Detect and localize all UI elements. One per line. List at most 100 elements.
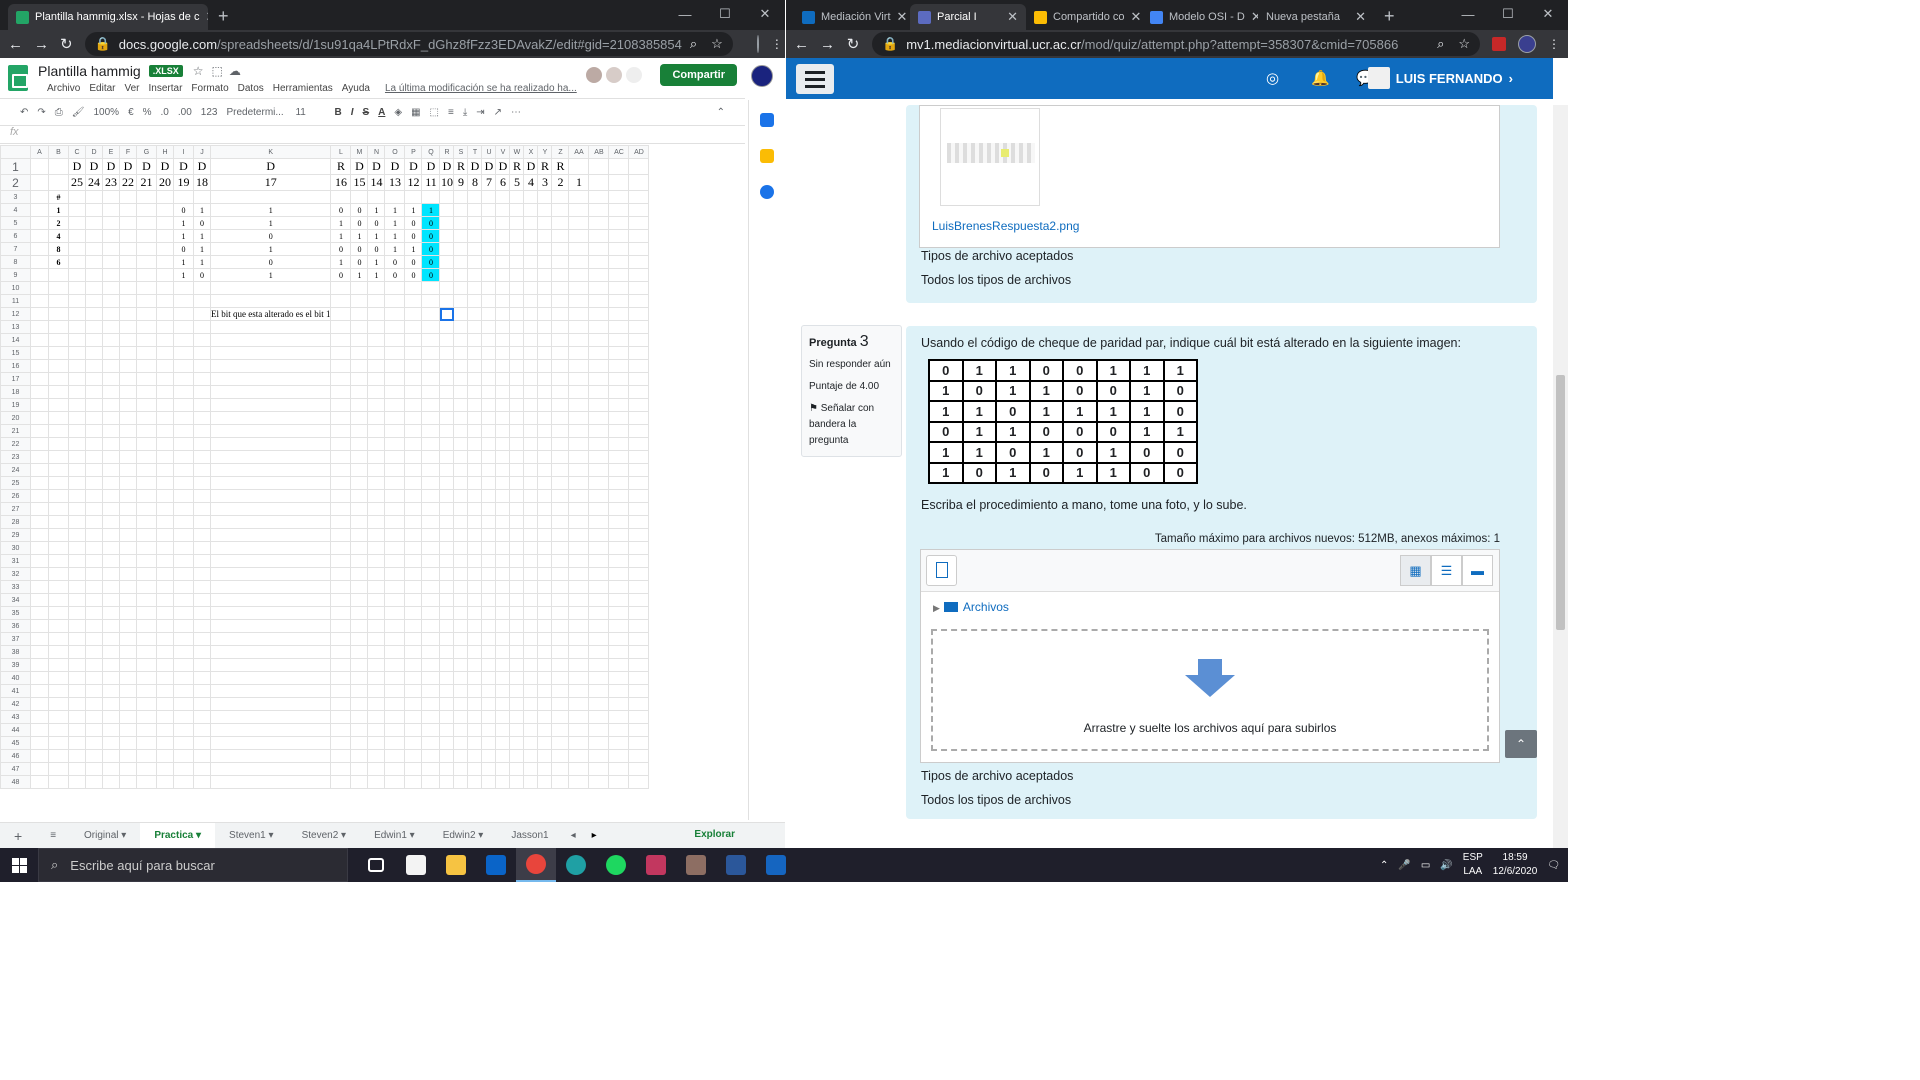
- drop-zone[interactable]: Arrastre y suelte los archivos aquí para…: [931, 629, 1489, 751]
- cell[interactable]: [119, 554, 137, 568]
- cell[interactable]: [193, 463, 211, 477]
- tab-plantilla[interactable]: Plantilla hammig.xlsx - Hojas de c ✕: [8, 4, 208, 30]
- cell[interactable]: [404, 372, 423, 386]
- cell[interactable]: [367, 593, 386, 607]
- new-tab-icon[interactable]: +: [208, 4, 239, 30]
- column-header[interactable]: J: [193, 145, 211, 159]
- cell[interactable]: [568, 385, 590, 399]
- avatar[interactable]: [585, 66, 603, 84]
- cell[interactable]: D: [439, 158, 455, 175]
- cell[interactable]: [439, 411, 455, 425]
- cell[interactable]: [404, 632, 423, 646]
- cell[interactable]: [193, 528, 211, 542]
- cell[interactable]: [628, 411, 650, 425]
- cell[interactable]: [68, 580, 86, 594]
- cell[interactable]: [537, 723, 553, 737]
- cell[interactable]: [173, 502, 194, 516]
- cell[interactable]: [537, 736, 553, 750]
- cell[interactable]: [439, 723, 455, 737]
- row-header[interactable]: 9: [0, 268, 31, 282]
- cell[interactable]: [467, 619, 483, 633]
- cell[interactable]: [467, 541, 483, 555]
- cell[interactable]: [384, 723, 406, 737]
- undo-icon[interactable]: ↶: [20, 107, 28, 118]
- cell[interactable]: [404, 528, 423, 542]
- cell[interactable]: [509, 437, 525, 451]
- cell[interactable]: [30, 450, 49, 464]
- cell[interactable]: [48, 658, 69, 672]
- cell[interactable]: [481, 645, 497, 659]
- cell[interactable]: [384, 775, 406, 789]
- cell[interactable]: [68, 645, 86, 659]
- cell[interactable]: [404, 190, 423, 204]
- cell[interactable]: [481, 502, 497, 516]
- cell[interactable]: [523, 203, 539, 217]
- cell[interactable]: [628, 255, 650, 269]
- cell[interactable]: [350, 580, 369, 594]
- cell[interactable]: [628, 463, 650, 477]
- cell[interactable]: [209, 346, 332, 360]
- folder-path[interactable]: ▶ Archivos: [921, 592, 1499, 622]
- cell[interactable]: [367, 281, 386, 295]
- cell[interactable]: [509, 645, 525, 659]
- cell[interactable]: [421, 619, 441, 633]
- cell[interactable]: [30, 736, 49, 750]
- close-icon[interactable]: ✕: [897, 9, 908, 25]
- cell[interactable]: [481, 476, 497, 490]
- cell[interactable]: [48, 174, 69, 191]
- cell[interactable]: [537, 606, 553, 620]
- cell[interactable]: [404, 671, 423, 685]
- cell[interactable]: [568, 619, 590, 633]
- cell[interactable]: [537, 476, 553, 490]
- cell[interactable]: [350, 632, 369, 646]
- cell[interactable]: [350, 736, 369, 750]
- cell[interactable]: [156, 684, 174, 698]
- cell[interactable]: [628, 346, 650, 360]
- cell[interactable]: [350, 710, 369, 724]
- cell[interactable]: [85, 697, 103, 711]
- cell[interactable]: [48, 450, 69, 464]
- cell[interactable]: [453, 437, 469, 451]
- cell[interactable]: [608, 541, 630, 555]
- bell-icon[interactable]: 🔔: [1311, 69, 1330, 87]
- cell[interactable]: [467, 359, 483, 373]
- star-icon[interactable]: ☆: [1458, 36, 1470, 52]
- cell[interactable]: [85, 710, 103, 724]
- cell[interactable]: [439, 541, 455, 555]
- cell[interactable]: [209, 333, 332, 347]
- cell[interactable]: 3: [537, 174, 553, 191]
- cell[interactable]: [30, 632, 49, 646]
- doc-title[interactable]: Plantilla hammig: [38, 63, 141, 79]
- cell[interactable]: [404, 567, 423, 581]
- avatar[interactable]: [625, 66, 643, 84]
- cell[interactable]: [628, 372, 650, 386]
- cell[interactable]: [509, 255, 525, 269]
- row-header[interactable]: 10: [0, 281, 31, 295]
- cell[interactable]: [523, 437, 539, 451]
- cell[interactable]: [68, 268, 86, 282]
- cell[interactable]: [156, 216, 174, 230]
- cell[interactable]: [608, 385, 630, 399]
- cell[interactable]: [193, 398, 211, 412]
- cell[interactable]: [102, 632, 120, 646]
- cell[interactable]: [136, 190, 157, 204]
- cell[interactable]: [495, 671, 511, 685]
- cell[interactable]: [523, 190, 539, 204]
- column-header[interactable]: V: [495, 145, 511, 159]
- cell[interactable]: 1: [330, 255, 352, 269]
- cell[interactable]: [30, 710, 49, 724]
- cell[interactable]: [119, 528, 137, 542]
- cell[interactable]: [85, 424, 103, 438]
- cell[interactable]: [193, 684, 211, 698]
- back-icon[interactable]: ←: [8, 36, 23, 53]
- cell[interactable]: [119, 268, 137, 282]
- cell[interactable]: [156, 320, 174, 334]
- cell[interactable]: [439, 736, 455, 750]
- cell[interactable]: [119, 398, 137, 412]
- cell[interactable]: [453, 229, 469, 243]
- cell[interactable]: [537, 489, 553, 503]
- cell[interactable]: [350, 619, 369, 633]
- cell[interactable]: [467, 216, 483, 230]
- cell[interactable]: [85, 411, 103, 425]
- back-to-top-button[interactable]: ⌃: [1505, 730, 1537, 758]
